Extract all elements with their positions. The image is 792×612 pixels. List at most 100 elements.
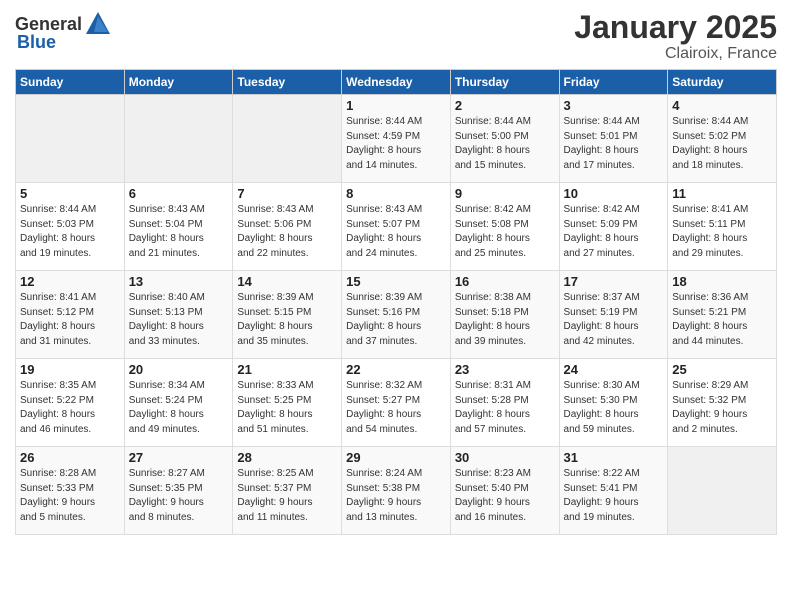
day-number: 1 xyxy=(346,98,446,113)
calendar-cell: 22 Sunrise: 8:32 AM Sunset: 5:27 PM Dayli… xyxy=(342,359,451,447)
day-info: Sunrise: 8:41 AM Sunset: 5:11 PM Dayligh… xyxy=(672,203,772,261)
calendar-cell: 1 Sunrise: 8:44 AM Sunset: 4:59 PM Daylig… xyxy=(342,95,451,183)
calendar-week-row: 19 Sunrise: 8:35 AM Sunset: 5:22 PM Dayli… xyxy=(16,359,777,447)
calendar-table: SundayMondayTuesdayWednesdayThursdayFrid… xyxy=(15,69,777,535)
calendar-cell: 18 Sunrise: 8:36 AM Sunset: 5:21 PM Dayli… xyxy=(668,271,777,359)
day-info: Sunrise: 8:44 AM Sunset: 5:03 PM Dayligh… xyxy=(20,203,120,261)
day-of-week-header: Monday xyxy=(124,70,233,95)
calendar-cell: 9 Sunrise: 8:42 AM Sunset: 5:08 PM Daylig… xyxy=(450,183,559,271)
day-of-week-header: Saturday xyxy=(668,70,777,95)
calendar-cell: 23 Sunrise: 8:31 AM Sunset: 5:28 PM Dayli… xyxy=(450,359,559,447)
calendar-cell: 20 Sunrise: 8:34 AM Sunset: 5:24 PM Dayli… xyxy=(124,359,233,447)
calendar-cell: 12Sunrise: 8:41 AM Sunset: 5:12 PM Dayli… xyxy=(16,271,125,359)
calendar-cell xyxy=(124,95,233,183)
day-number: 21 xyxy=(237,362,337,377)
day-number: 9 xyxy=(455,186,555,201)
calendar-week-row: 1 Sunrise: 8:44 AM Sunset: 4:59 PM Daylig… xyxy=(16,95,777,183)
day-number: 24 xyxy=(564,362,664,377)
calendar-cell xyxy=(233,95,342,183)
day-info: Sunrise: 8:44 AM Sunset: 5:02 PM Dayligh… xyxy=(672,115,772,173)
day-number: 8 xyxy=(346,186,446,201)
day-number: 17 xyxy=(564,274,664,289)
day-info: Sunrise: 8:25 AM Sunset: 5:37 PM Dayligh… xyxy=(237,467,337,525)
day-number: 20 xyxy=(129,362,229,377)
day-of-week-header: Tuesday xyxy=(233,70,342,95)
day-info: Sunrise: 8:42 AM Sunset: 5:08 PM Dayligh… xyxy=(455,203,555,261)
day-info: Sunrise: 8:34 AM Sunset: 5:24 PM Dayligh… xyxy=(129,379,229,437)
day-info: Sunrise: 8:27 AM Sunset: 5:35 PM Dayligh… xyxy=(129,467,229,525)
calendar-cell xyxy=(16,95,125,183)
day-number: 29 xyxy=(346,450,446,465)
day-info: Sunrise: 8:29 AM Sunset: 5:32 PM Dayligh… xyxy=(672,379,772,437)
day-info: Sunrise: 8:37 AM Sunset: 5:19 PM Dayligh… xyxy=(564,291,664,349)
day-number: 13 xyxy=(129,274,229,289)
location-title: Clairoix, France xyxy=(574,45,777,63)
day-info: Sunrise: 8:43 AM Sunset: 5:04 PM Dayligh… xyxy=(129,203,229,261)
logo-icon xyxy=(84,10,112,38)
day-info: Sunrise: 8:28 AM Sunset: 5:33 PM Dayligh… xyxy=(20,467,120,525)
month-title: January 2025 xyxy=(574,10,777,45)
day-info: Sunrise: 8:43 AM Sunset: 5:07 PM Dayligh… xyxy=(346,203,446,261)
day-number: 31 xyxy=(564,450,664,465)
day-number: 4 xyxy=(672,98,772,113)
calendar-cell: 11 Sunrise: 8:41 AM Sunset: 5:11 PM Dayli… xyxy=(668,183,777,271)
day-info: Sunrise: 8:38 AM Sunset: 5:18 PM Dayligh… xyxy=(455,291,555,349)
day-number: 5 xyxy=(20,186,120,201)
day-info: Sunrise: 8:39 AM Sunset: 5:16 PM Dayligh… xyxy=(346,291,446,349)
day-info: Sunrise: 8:24 AM Sunset: 5:38 PM Dayligh… xyxy=(346,467,446,525)
header: General Blue January 2025 Clairoix, Fran… xyxy=(15,10,777,63)
calendar-cell: 27Sunrise: 8:27 AM Sunset: 5:35 PM Dayli… xyxy=(124,447,233,535)
day-info: Sunrise: 8:35 AM Sunset: 5:22 PM Dayligh… xyxy=(20,379,120,437)
day-number: 22 xyxy=(346,362,446,377)
calendar-cell: 14 Sunrise: 8:39 AM Sunset: 5:15 PM Dayli… xyxy=(233,271,342,359)
day-info: Sunrise: 8:32 AM Sunset: 5:27 PM Dayligh… xyxy=(346,379,446,437)
day-number: 16 xyxy=(455,274,555,289)
calendar-cell: 5 Sunrise: 8:44 AM Sunset: 5:03 PM Daylig… xyxy=(16,183,125,271)
day-of-week-header: Thursday xyxy=(450,70,559,95)
logo: General Blue xyxy=(15,10,112,53)
calendar-cell xyxy=(668,447,777,535)
day-info: Sunrise: 8:36 AM Sunset: 5:21 PM Dayligh… xyxy=(672,291,772,349)
title-block: January 2025 Clairoix, France xyxy=(574,10,777,63)
day-number: 19 xyxy=(20,362,120,377)
calendar-cell: 21 Sunrise: 8:33 AM Sunset: 5:25 PM Dayli… xyxy=(233,359,342,447)
calendar-cell: 3Sunrise: 8:44 AM Sunset: 5:01 PM Daylig… xyxy=(559,95,668,183)
day-info: Sunrise: 8:31 AM Sunset: 5:28 PM Dayligh… xyxy=(455,379,555,437)
day-number: 25 xyxy=(672,362,772,377)
calendar-cell: 10Sunrise: 8:42 AM Sunset: 5:09 PM Dayli… xyxy=(559,183,668,271)
day-info: Sunrise: 8:44 AM Sunset: 5:00 PM Dayligh… xyxy=(455,115,555,173)
day-number: 11 xyxy=(672,186,772,201)
calendar-cell: 16 Sunrise: 8:38 AM Sunset: 5:18 PM Dayli… xyxy=(450,271,559,359)
calendar-cell: 6Sunrise: 8:43 AM Sunset: 5:04 PM Daylig… xyxy=(124,183,233,271)
logo-blue: Blue xyxy=(17,32,56,53)
calendar-cell: 13 Sunrise: 8:40 AM Sunset: 5:13 PM Dayli… xyxy=(124,271,233,359)
calendar-week-row: 5 Sunrise: 8:44 AM Sunset: 5:03 PM Daylig… xyxy=(16,183,777,271)
calendar-cell: 29 Sunrise: 8:24 AM Sunset: 5:38 PM Dayli… xyxy=(342,447,451,535)
day-info: Sunrise: 8:44 AM Sunset: 5:01 PM Dayligh… xyxy=(564,115,664,173)
calendar-cell: 26 Sunrise: 8:28 AM Sunset: 5:33 PM Dayli… xyxy=(16,447,125,535)
calendar-cell: 15Sunrise: 8:39 AM Sunset: 5:16 PM Dayli… xyxy=(342,271,451,359)
day-number: 14 xyxy=(237,274,337,289)
day-number: 28 xyxy=(237,450,337,465)
day-number: 2 xyxy=(455,98,555,113)
day-info: Sunrise: 8:30 AM Sunset: 5:30 PM Dayligh… xyxy=(564,379,664,437)
day-info: Sunrise: 8:43 AM Sunset: 5:06 PM Dayligh… xyxy=(237,203,337,261)
day-number: 26 xyxy=(20,450,120,465)
day-info: Sunrise: 8:41 AM Sunset: 5:12 PM Dayligh… xyxy=(20,291,120,349)
calendar-cell: 28 Sunrise: 8:25 AM Sunset: 5:37 PM Dayli… xyxy=(233,447,342,535)
day-info: Sunrise: 8:22 AM Sunset: 5:41 PM Dayligh… xyxy=(564,467,664,525)
calendar-week-row: 12Sunrise: 8:41 AM Sunset: 5:12 PM Dayli… xyxy=(16,271,777,359)
day-number: 30 xyxy=(455,450,555,465)
calendar-cell: 7Sunrise: 8:43 AM Sunset: 5:06 PM Daylig… xyxy=(233,183,342,271)
day-info: Sunrise: 8:39 AM Sunset: 5:15 PM Dayligh… xyxy=(237,291,337,349)
day-number: 23 xyxy=(455,362,555,377)
day-info: Sunrise: 8:40 AM Sunset: 5:13 PM Dayligh… xyxy=(129,291,229,349)
calendar-cell: 25 Sunrise: 8:29 AM Sunset: 5:32 PM Dayli… xyxy=(668,359,777,447)
day-number: 18 xyxy=(672,274,772,289)
day-of-week-header: Friday xyxy=(559,70,668,95)
day-info: Sunrise: 8:44 AM Sunset: 4:59 PM Dayligh… xyxy=(346,115,446,173)
day-info: Sunrise: 8:33 AM Sunset: 5:25 PM Dayligh… xyxy=(237,379,337,437)
day-number: 10 xyxy=(564,186,664,201)
calendar-cell: 19 Sunrise: 8:35 AM Sunset: 5:22 PM Dayli… xyxy=(16,359,125,447)
calendar-cell: 17 Sunrise: 8:37 AM Sunset: 5:19 PM Dayli… xyxy=(559,271,668,359)
